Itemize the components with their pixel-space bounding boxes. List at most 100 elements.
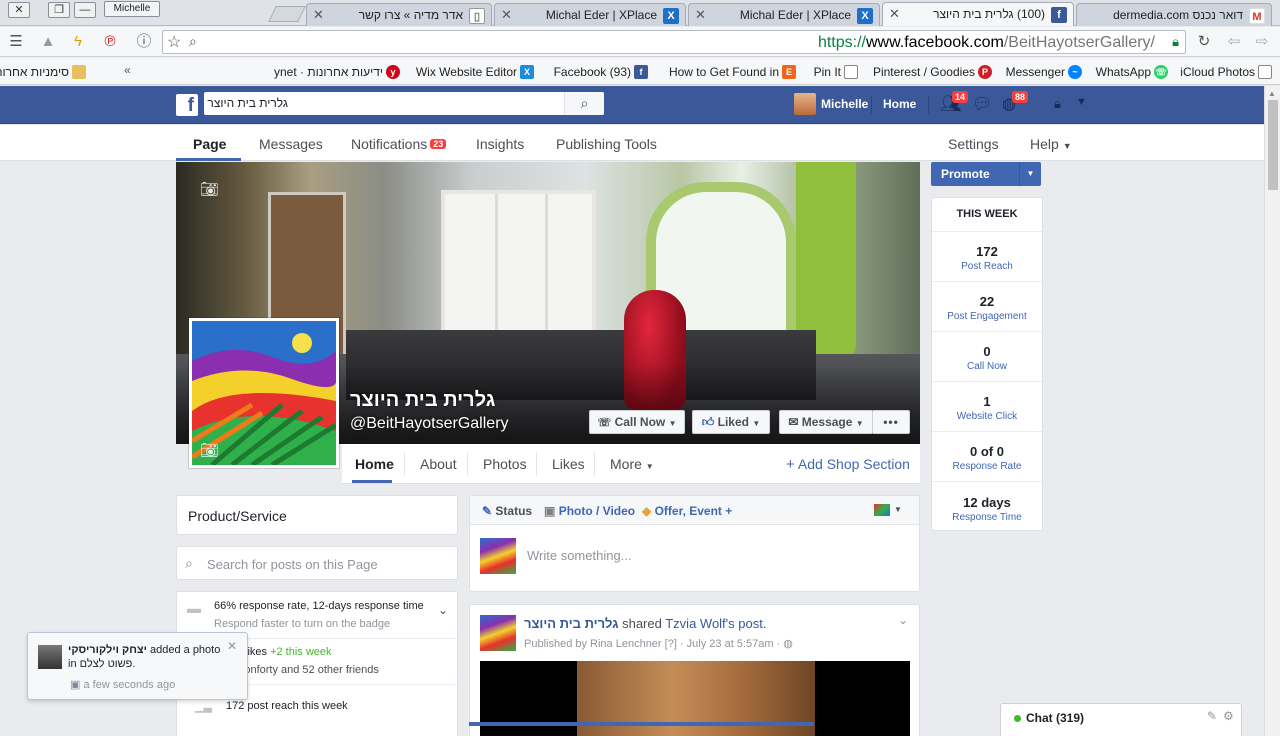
facebook-search-input[interactable]: גלרית בית היוצר ⌕ — [204, 92, 604, 115]
tab-notifications[interactable]: Notifications 23 — [351, 136, 447, 152]
page-post-search[interactable]: ⌕ Search for posts on this Page — [176, 546, 458, 580]
stat-response-rate[interactable]: 0 of 0 Response Rate — [932, 431, 1042, 481]
pinterest-icon[interactable]: ℗ — [100, 32, 120, 52]
bookmark-pinit[interactable]: Pin It — [814, 63, 858, 81]
lock-icon[interactable]: 🔒︎ — [1172, 34, 1179, 50]
tab-insights[interactable]: Insights — [476, 136, 524, 152]
chevron-double-icon[interactable]: » — [124, 63, 131, 77]
post-options-chevron-icon[interactable]: ⌄ — [898, 613, 908, 627]
close-icon[interactable]: ✕ — [313, 4, 324, 25]
info-icon[interactable]: ⓘ — [134, 32, 154, 52]
chat-sidebar-toggle[interactable]: Chat (319) ✎ ⚙ — [1000, 703, 1242, 736]
page-scrollbar[interactable]: ▲ — [1264, 86, 1280, 736]
stat-post-engagement[interactable]: 22 Post Engagement — [932, 281, 1042, 331]
facebook-logo-icon[interactable]: f — [176, 94, 198, 116]
close-icon[interactable]: ✕ — [501, 4, 512, 25]
search-icon[interactable]: ⌕ — [564, 92, 604, 115]
bookmark-facebook[interactable]: f (93) Facebook — [554, 63, 648, 81]
photo-video-tab[interactable]: ▣ Photo / Video — [544, 504, 635, 518]
stat-post-reach[interactable]: 172 Post Reach — [932, 231, 1042, 281]
url-text[interactable]: https://www.facebook.com/BeitHayotserGal… — [818, 33, 1155, 53]
post-date[interactable]: · July 23 at 5:57am · — [680, 638, 780, 650]
profile-link[interactable]: Michelle — [821, 97, 868, 111]
subtab-photos[interactable]: Photos — [483, 456, 527, 472]
tab-help[interactable]: Help ▼ — [1030, 136, 1072, 152]
back-icon[interactable]: ⇨ — [1252, 32, 1272, 52]
promote-button[interactable]: Promote ▼ — [931, 162, 1041, 186]
post-author-link[interactable]: Tzvia Wolf's — [665, 616, 734, 631]
tab-contact[interactable]: ▯ אדר מדיה » צרו קשר ✕ — [306, 3, 492, 26]
bookmark-messenger[interactable]: ~ Messenger — [1006, 63, 1082, 81]
tab-xplace-2[interactable]: X Michal Eder | XPlace ✕ — [688, 3, 880, 26]
menu-icon[interactable]: ☰ — [6, 32, 26, 52]
bookmark-whatsapp[interactable]: ☏ WhatsApp — [1096, 63, 1168, 81]
browser-profile-button[interactable]: Michelle — [104, 1, 160, 17]
add-shop-section-link[interactable]: + Add Shop Section — [786, 456, 910, 473]
camera-icon[interactable]: 📷︎ — [200, 182, 222, 198]
notification-toast[interactable]: יצחק וילקוריסקי added a photo in פשוט לצ… — [27, 632, 248, 700]
scroll-up-icon[interactable]: ▲ — [1268, 89, 1276, 98]
bookmark-ynet[interactable]: y ידיעות אחרונות · ynet — [274, 63, 400, 81]
friend-requests-icon[interactable]: 👥︎ 14 — [940, 91, 969, 114]
likes-friends[interactable]: Konforty and 52 other friends — [237, 664, 379, 676]
reload-icon[interactable]: ↻ — [1194, 32, 1214, 52]
subtab-home[interactable]: Home — [355, 456, 394, 472]
liked-button[interactable]: 👍︎ Liked ▼ — [692, 410, 770, 434]
toast-close-icon[interactable]: ✕ — [227, 639, 237, 653]
window-restore-button[interactable]: ❐ — [48, 2, 70, 18]
stat-call-now[interactable]: 0 Call Now — [932, 331, 1042, 381]
message-button[interactable]: ✉ Message ▼ — [779, 410, 873, 434]
tab-facebook[interactable]: f (100) גלרית בית היוצר ✕ — [882, 2, 1074, 26]
tab-page[interactable]: Page — [193, 136, 226, 152]
bookmark-other[interactable]: סימניות אחרות — [0, 63, 86, 81]
page-profile-picture[interactable]: 📷︎ — [189, 318, 339, 468]
bookmark-pinterest[interactable]: P Pinterest / Goodies — [873, 63, 992, 81]
post-object-link[interactable]: post. — [738, 616, 766, 631]
page-post-search-input[interactable]: Search for posts on this Page — [207, 557, 378, 572]
more-options-button[interactable]: ••• — [872, 410, 910, 434]
bookmark-star-icon[interactable]: ☆ — [167, 32, 181, 52]
post-author-avatar[interactable] — [480, 615, 516, 651]
window-close-button[interactable]: ✕ — [8, 2, 30, 18]
tab-messages[interactable]: Messages — [259, 136, 323, 152]
messages-icon[interactable]: 💬︎ — [972, 94, 994, 114]
stat-response-time[interactable]: 12 days Response Time — [932, 481, 1042, 531]
close-icon[interactable]: ✕ — [889, 3, 900, 24]
chevron-down-icon[interactable]: ▼ — [1019, 162, 1041, 186]
account-dropdown-icon[interactable]: ▼ — [1076, 96, 1087, 108]
tab-xplace-1[interactable]: X Michal Eder | XPlace ✕ — [494, 3, 686, 26]
lightning-icon[interactable]: ϟ — [68, 32, 88, 52]
subtab-about[interactable]: About — [420, 456, 457, 472]
forward-icon[interactable]: ⇦ — [1224, 32, 1244, 52]
bookmark-wix[interactable]: X Wix Website Editor — [416, 63, 534, 81]
status-tab[interactable]: ✎ Status — [482, 504, 532, 518]
write-something-input[interactable]: Write something... — [527, 548, 632, 563]
page-voice-avatar[interactable] — [874, 504, 890, 516]
privacy-lock-icon[interactable]: 🔒︎ — [1054, 96, 1061, 112]
scrollbar-thumb[interactable] — [1268, 100, 1278, 190]
chevron-down-icon[interactable]: ▼ — [894, 505, 902, 514]
notifications-globe-icon[interactable]: ◍ 88 — [1002, 91, 1029, 114]
tab-gmail[interactable]: M דואר נכנס dermedia.com — [1076, 3, 1272, 26]
home-link[interactable]: Home — [883, 97, 916, 111]
bookmark-icloud[interactable]: iCloud Photos — [1180, 63, 1272, 81]
address-bar[interactable]: ☆ ⌕ https://www.facebook.com/BeitHayotse… — [162, 30, 1186, 54]
camera-icon[interactable]: 📷︎ — [200, 443, 222, 459]
bookmark-etsy[interactable]: E How to Get Found in — [669, 63, 796, 81]
offer-event-tab[interactable]: ◆ Offer, Event + — [642, 504, 732, 518]
chevron-down-icon[interactable]: ⌄ — [438, 603, 448, 617]
subtab-more[interactable]: More ▼ — [610, 456, 654, 472]
close-icon[interactable]: ✕ — [695, 4, 706, 25]
gear-icon[interactable]: ⚙ — [1223, 709, 1234, 723]
avatar[interactable] — [794, 93, 816, 115]
subtab-likes[interactable]: Likes — [552, 456, 585, 472]
call-now-button[interactable]: ☏ Call Now ▼ — [589, 410, 685, 434]
drive-icon[interactable]: ▲ — [38, 32, 58, 52]
stat-website-click[interactable]: 1 Website Click — [932, 381, 1042, 431]
compose-icon[interactable]: ✎ — [1207, 709, 1217, 723]
post-page-link[interactable]: גלרית בית היוצר — [524, 616, 618, 631]
tab-publishing-tools[interactable]: Publishing Tools — [556, 136, 657, 152]
window-minimize-button[interactable]: — — [74, 2, 96, 18]
zoom-icon[interactable]: ⌕ — [189, 33, 197, 50]
new-tab-button[interactable] — [268, 6, 306, 22]
